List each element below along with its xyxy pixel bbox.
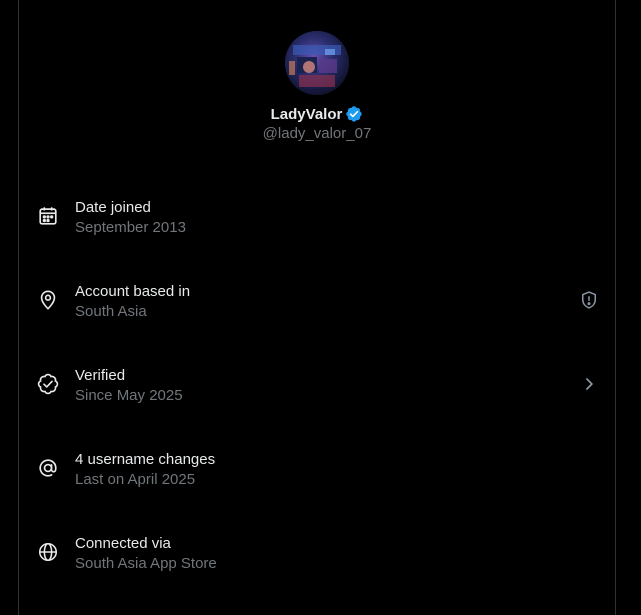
calendar-icon [37,205,59,227]
row-title: Account based in [75,283,191,300]
display-name-row: LadyValor [19,104,615,124]
row-title: Date joined [75,199,151,216]
row-verified[interactable]: Verified Since May 2025 [19,344,615,428]
row-title: Connected via [75,535,171,552]
row-subtitle: September 2013 [75,219,186,236]
handle: @lady_valor_07 [262,125,372,142]
row-title: 4 username changes [75,451,216,468]
about-account-panel: LadyValor @lady_valor_07 Date joined Sep… [18,0,616,615]
globe-icon [37,541,59,563]
account-info-list: Date joined September 2013 Account based… [19,176,615,596]
row-title: Verified [75,367,126,384]
chevron-right-icon[interactable] [579,374,599,394]
verified-badge-icon [346,106,363,122]
at-sign-icon [37,457,59,479]
row-account-based-in: Account based in South Asia [19,260,615,344]
row-username-changes: 4 username changes Last on April 2025 [19,428,615,512]
row-connected-via: Connected via South Asia App Store [19,512,615,596]
row-subtitle: Last on April 2025 [75,471,196,488]
row-subtitle: Since May 2025 [75,387,183,404]
profile-header: LadyValor @lady_valor_07 [19,31,615,142]
row-subtitle: South Asia App Store [75,555,217,572]
verified-outline-icon [37,373,59,395]
row-subtitle: South Asia [75,303,147,320]
location-pin-icon [37,289,59,311]
shield-alert-icon[interactable] [579,290,599,310]
row-date-joined: Date joined September 2013 [19,176,615,260]
display-name: LadyValor [270,105,343,123]
avatar[interactable] [285,31,349,95]
